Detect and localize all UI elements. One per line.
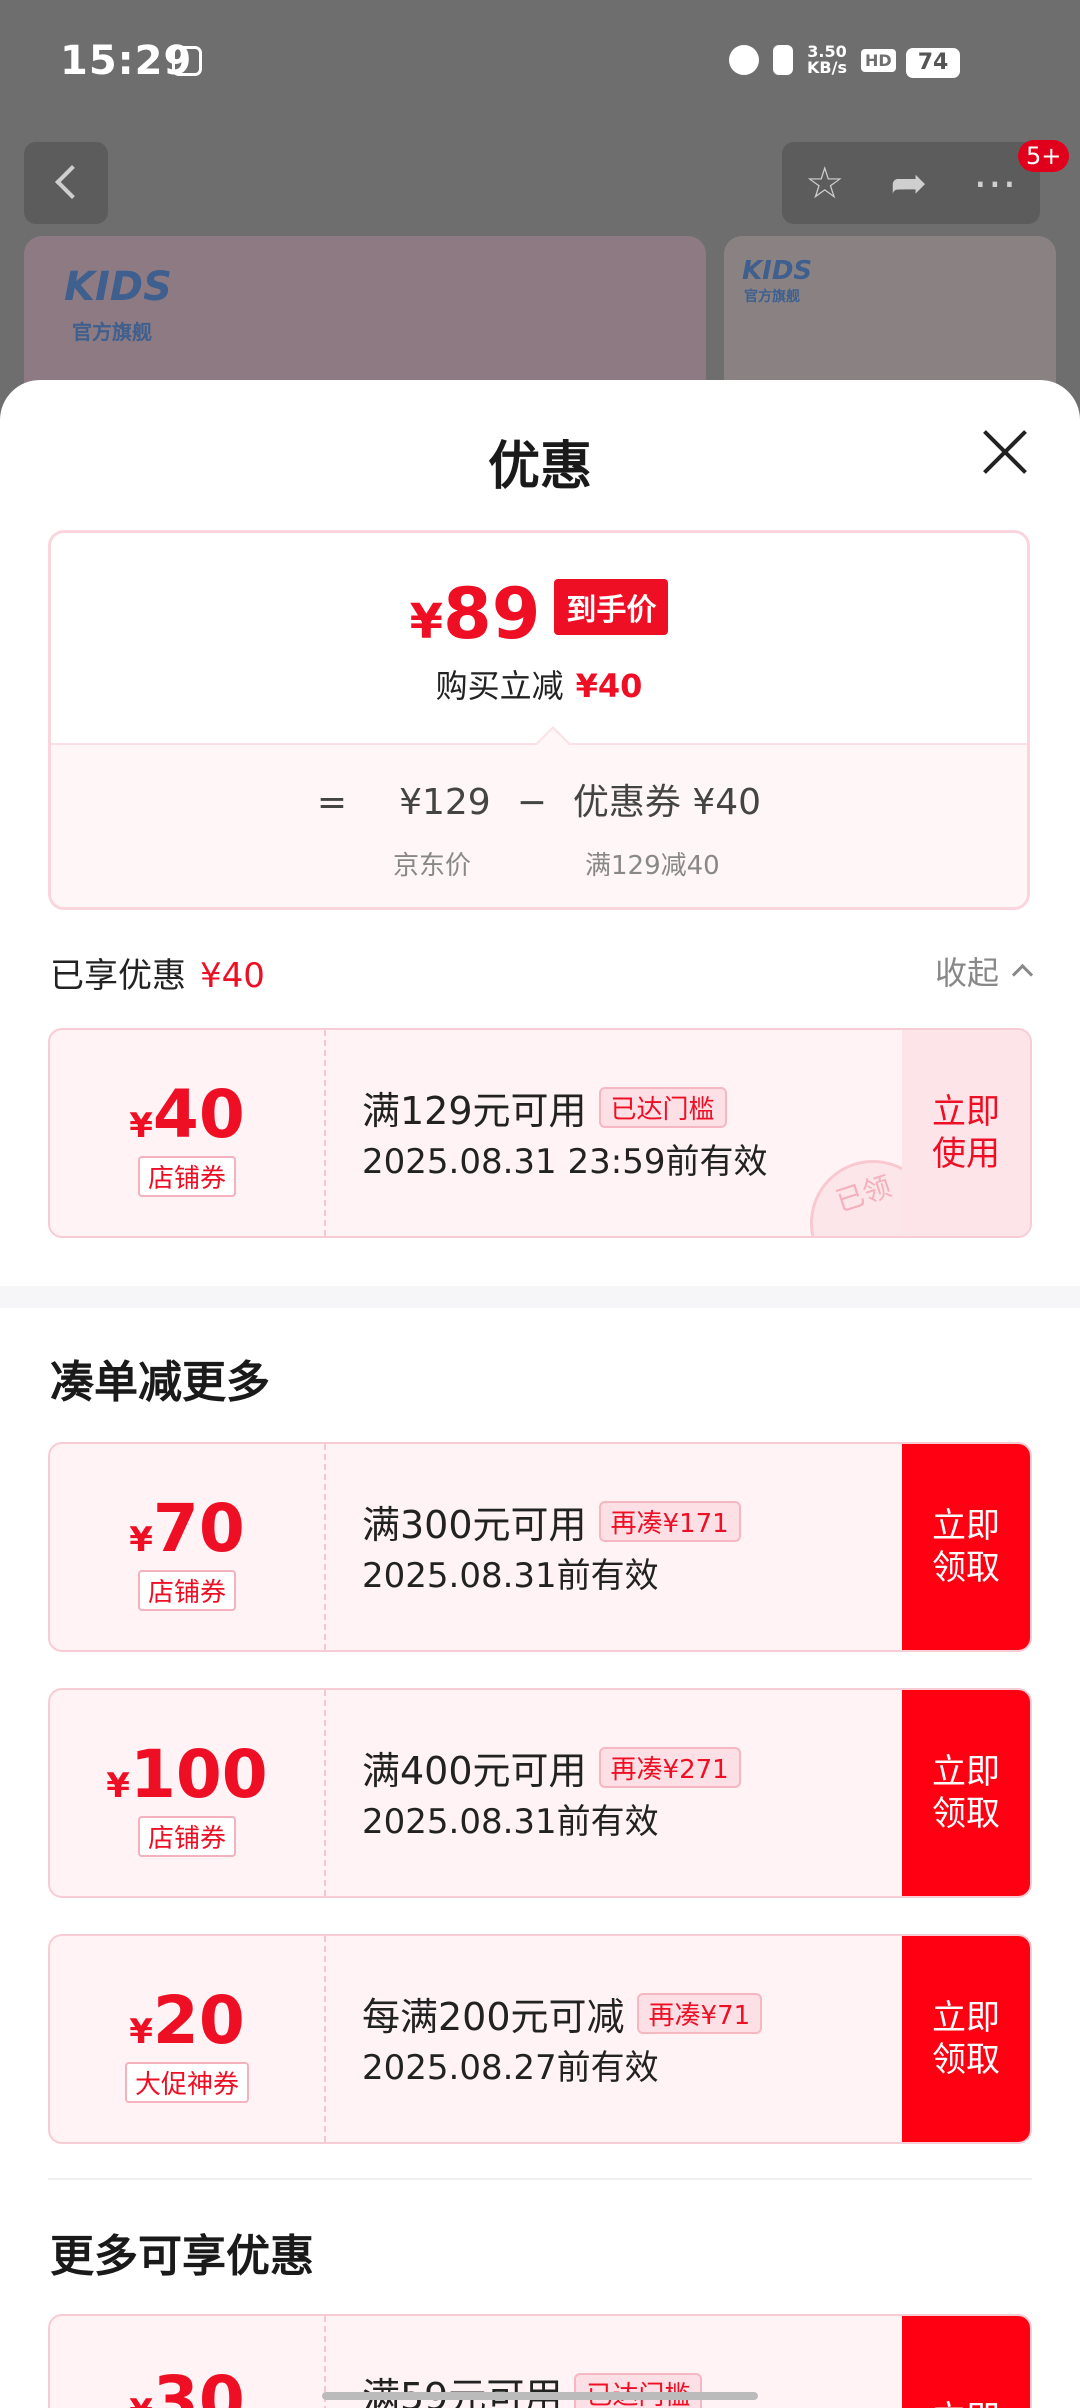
claim-button[interactable]: 立即 领取	[902, 1936, 1030, 2142]
final-price-currency: ¥	[409, 594, 443, 650]
coupon-badge: 再凑¥71	[636, 1993, 763, 2034]
net-speed: 3.50 KB/s	[807, 42, 847, 77]
coupon-divider	[324, 1690, 326, 1896]
coupon-expiry: 2025.08.31 23:59前有效	[362, 1142, 768, 1182]
coupon-divider	[324, 1030, 326, 1236]
nav-actions: ☆ ➦ ⋯	[782, 142, 1040, 224]
coupon-badge: 再凑¥171	[598, 1501, 741, 1542]
brand-sub: 官方旗舰	[72, 320, 152, 344]
final-price-row: ¥89 到手价	[51, 573, 1027, 655]
collapse-toggle[interactable]: 收起	[935, 948, 1030, 994]
notification-icon	[172, 46, 202, 76]
final-price-tag: 到手价	[554, 579, 669, 635]
coupon-currency: ¥	[129, 1106, 153, 1146]
battery-icon: 74	[906, 48, 960, 78]
coupon-amount: 20	[152, 1982, 245, 2059]
more-available-title: 更多可享优惠	[50, 2231, 314, 2282]
coupon-condition: 满400元可用	[362, 1749, 587, 1793]
divider	[48, 2178, 1032, 2180]
coupon-rule: 满129减40	[585, 851, 720, 881]
status-bar: 15:29 3.50 KB/s HD 5G 74	[0, 0, 1080, 130]
coupon-expiry: 2025.08.31前有效	[362, 1556, 659, 1596]
section-divider	[0, 1286, 1080, 1308]
sheet-title: 优惠	[487, 437, 592, 497]
coupon-card-enjoyed: ¥40 店铺券 满129元可用 已达门槛 2025.08.31 23:59前有效 …	[48, 1028, 1032, 1238]
enjoyed-discount: 已享优惠 ¥40	[50, 948, 265, 997]
coupon-currency: ¥	[129, 2392, 153, 2408]
coupon-type: 店铺券	[137, 1816, 237, 1857]
use-now-button[interactable]: 立即 使用	[902, 1030, 1030, 1236]
back-button[interactable]	[24, 142, 108, 224]
coupon-condition: 满300元可用	[362, 1503, 587, 1547]
coupon-divider	[324, 1936, 326, 2142]
price-formula: = ¥129− 优惠券 ¥40 京东价 满129减40	[51, 743, 1027, 907]
coupon-condition: 每满200元可减	[362, 1995, 625, 2039]
more-discount-title: 凑单减更多	[50, 1357, 270, 1408]
brand-logo: KIDS	[64, 264, 172, 310]
more-icon[interactable]: ⋯	[973, 158, 1017, 209]
coupon-expiry: 2025.08.27前有效	[362, 2048, 659, 2088]
discount-sheet: 优惠 ¥89 到手价 购买立减 ¥40 = ¥129− 优惠券 ¥40 京东价 满129…	[0, 380, 1080, 2408]
alarm-icon	[729, 45, 760, 75]
coupon-type: 店铺券	[137, 1156, 237, 1197]
coupon-badge: 已达门槛	[598, 1087, 727, 1128]
coupon-badge: 已达门槛	[574, 2373, 703, 2408]
coupon-amount: 30	[152, 2362, 245, 2408]
saving-row: 购买立减 ¥40	[51, 661, 1027, 707]
collapse-label: 收起	[934, 954, 999, 992]
coupon-card: ¥70 店铺券 满300元可用 再凑¥171 2025.08.31前有效 立即 领…	[48, 1442, 1032, 1652]
equals-sign: =	[316, 782, 348, 823]
claim-button[interactable]: 立即 领取	[902, 1690, 1030, 1896]
close-icon[interactable]	[980, 428, 1028, 476]
coupon-currency: ¥	[129, 1520, 153, 1560]
brand-sub: 官方旗舰	[744, 289, 800, 305]
coupon-amount: 100	[129, 1736, 268, 1813]
brand-logo: KIDS	[742, 256, 813, 286]
message-count-badge: 5+	[1018, 140, 1070, 172]
saving-label: 购买立减	[435, 667, 564, 705]
claim-button[interactable]: 立即	[902, 2316, 1030, 2408]
star-icon[interactable]: ☆	[805, 158, 844, 209]
coupon-amount: 40	[152, 1076, 245, 1153]
home-indicator[interactable]	[322, 2392, 758, 2400]
coupon-condition: 满129元可用	[362, 1089, 587, 1133]
claim-button[interactable]: 立即 领取	[902, 1444, 1030, 1650]
coupon-badge: 再凑¥271	[598, 1747, 741, 1788]
coupon-deduction: 优惠券 ¥40	[572, 782, 762, 823]
jd-price-label: 京东价	[393, 851, 472, 881]
vibrate-icon	[773, 45, 794, 75]
coupon-expiry: 2025.08.31前有效	[362, 1802, 659, 1842]
coupon-type: 大促神券	[124, 2062, 250, 2103]
coupon-card: ¥20 大促神券 每满200元可减 再凑¥71 2025.08.27前有效 立即 …	[48, 1934, 1032, 2144]
coupon-currency: ¥	[129, 2012, 153, 2052]
minus-sign: −	[516, 782, 547, 823]
coupon-currency: ¥	[106, 1766, 130, 1806]
price-summary: ¥89 到手价 购买立减 ¥40 = ¥129− 优惠券 ¥40 京东价 满129减40	[48, 530, 1030, 910]
coupon-divider	[324, 1444, 326, 1650]
hd-badge: HD	[860, 48, 896, 72]
enjoyed-amount: ¥40	[200, 956, 265, 996]
enjoyed-label: 已享优惠	[50, 956, 186, 996]
coupon-card: ¥100 店铺券 满400元可用 再凑¥271 2025.08.31前有效 立即 …	[48, 1688, 1032, 1898]
final-price: 89	[442, 573, 541, 655]
coupon-type: 店铺券	[137, 1570, 237, 1611]
jd-price: ¥129	[399, 782, 491, 823]
share-icon[interactable]: ➦	[890, 158, 927, 209]
coupon-amount: 70	[152, 1490, 245, 1567]
saving-amount: ¥40	[575, 667, 643, 705]
